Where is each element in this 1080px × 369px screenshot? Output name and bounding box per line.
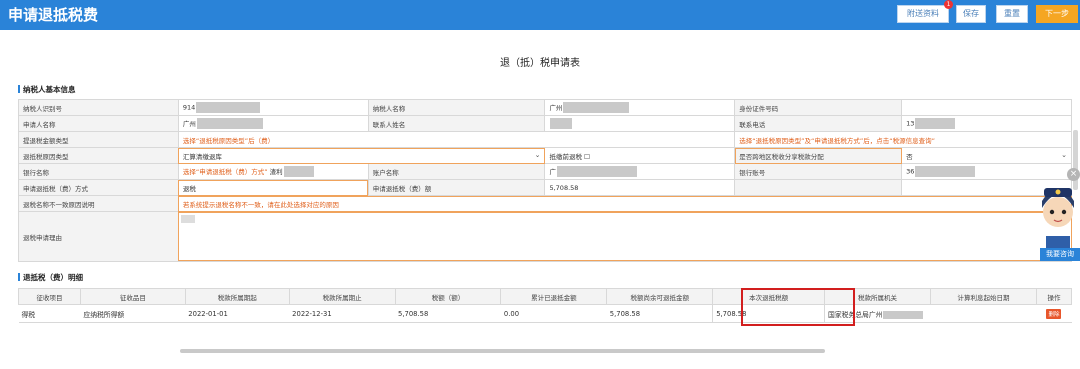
redacted-block — [550, 118, 573, 129]
attach-button[interactable]: 附送资料 — [897, 5, 949, 23]
phone-label: 联系电话 — [734, 115, 903, 132]
cell-item: 得税 — [18, 304, 81, 323]
refund-method-label: 申请退抵税（费）方式 — [18, 179, 179, 196]
offset-tax-field[interactable]: 抵缴前退税 ☐ — [544, 147, 736, 164]
tax-type-hint: 选择“退抵税原因类型”后（费） — [177, 131, 736, 148]
refund-reason-label: 退税申请理由 — [18, 211, 179, 262]
cell-amount: 5,708.58 — [395, 304, 501, 323]
refund-reason-textarea[interactable] — [178, 212, 1072, 261]
redacted-block — [181, 215, 195, 223]
cell-sub-item: 应纳税所得额 — [80, 304, 186, 323]
redacted-block — [915, 166, 976, 177]
redacted-block — [283, 166, 314, 178]
account-name-label: 账户名称 — [367, 163, 546, 180]
applicant-label: 申请人名称 — [18, 115, 179, 132]
close-icon[interactable]: × — [1067, 168, 1080, 181]
column-header: 税额（额） — [394, 288, 502, 305]
tax-type-label: 提退税金额类型 — [18, 131, 179, 148]
redacted-block — [563, 102, 630, 114]
account-name-value: 广 — [544, 163, 736, 180]
taxpayer-name-value: 广州 — [544, 99, 736, 116]
bank-value: 选择“申请退抵税（费）方式” 渣利 — [177, 163, 369, 180]
id-number-label: 身份证件号码 — [734, 99, 903, 116]
refund-amount-value: 5,708.58 — [544, 179, 736, 196]
cross-region-hint: 选择“退抵税原因类型”及“申请退抵税方式”后，点击“税源信息查询” — [734, 131, 1072, 148]
redacted-block — [196, 102, 261, 113]
id-number-value — [901, 99, 1072, 116]
applicant-value: 广州 — [177, 115, 369, 132]
column-header: 累计已退抵金额 — [500, 288, 608, 305]
attach-count-badge: 1 — [944, 0, 953, 9]
refund-reason-type-label: 退抵税原因类型 — [18, 147, 179, 164]
column-header: 计算利息起始日期 — [930, 288, 1037, 305]
redacted-block — [196, 118, 263, 130]
cell-refunded: 0.00 — [500, 304, 607, 323]
redacted-block — [915, 118, 956, 129]
taxpayer-id-label: 纳税人识别号 — [18, 99, 179, 116]
cell-start: 2022-01-01 — [185, 304, 290, 323]
page-title: 申请退抵税费 — [8, 6, 99, 24]
reset-button[interactable]: 重置 — [996, 5, 1028, 23]
contact-value — [544, 115, 736, 132]
chevron-down-icon: ⌄ — [1061, 150, 1067, 159]
refund-method-input[interactable]: 退税 — [177, 179, 369, 196]
highlight-box — [741, 288, 855, 326]
refund-amount-label: 申请退抵税（费）额 — [367, 179, 546, 196]
column-header: 征收品目 — [79, 288, 186, 305]
cell-end: 2022-12-31 — [289, 304, 396, 323]
redacted-block — [883, 310, 924, 319]
taxpayer-section-heading: 纳税人基本信息 — [18, 84, 76, 95]
refund-reason-type-select[interactable]: 汇算清缴退库 ⌄ — [177, 147, 546, 164]
name-mismatch-label: 退税名称不一致原因说明 — [18, 195, 179, 212]
form-title: 退（抵）税申请表 — [500, 58, 580, 69]
account-no-label: 银行账号 — [734, 163, 903, 180]
column-header: 税款所属期止 — [288, 288, 396, 305]
table-row: 得税 应纳税所得额 2022-01-01 2022-12-31 5,708.58… — [18, 304, 1072, 323]
column-header: 税款所属期起 — [184, 288, 290, 305]
taxpayer-name-label: 纳税人名称 — [367, 99, 546, 116]
horizontal-scrollbar[interactable] — [180, 349, 825, 353]
refund-detail-table: 征收项目 征收品目 税款所属期起 税款所属期止 税额（额） 累计已退抵金额 税额… — [18, 288, 1073, 323]
cross-region-select[interactable]: 否 ⌄ — [901, 147, 1072, 164]
detail-section-heading: 退抵税（费）明细 — [18, 272, 83, 283]
save-button[interactable]: 保存 — [956, 5, 986, 23]
column-header: 操作 — [1035, 288, 1073, 305]
phone-value: 13 — [901, 115, 1072, 132]
name-mismatch-select[interactable]: 若系统提示退税名称不一致，请在此处选择对应的原因 — [177, 195, 1073, 212]
bank-label: 银行名称 — [18, 163, 179, 180]
delete-button[interactable]: 删除 — [1046, 308, 1062, 319]
column-header: 征收项目 — [18, 288, 81, 305]
consult-button[interactable]: 我要咨询 — [1040, 248, 1080, 261]
redacted-block — [556, 166, 637, 178]
next-step-button[interactable]: 下一步 — [1036, 5, 1078, 23]
column-header: 税额尚余可退抵金额 — [606, 288, 714, 305]
cell-interest-start — [930, 304, 1037, 323]
contact-label: 联系人姓名 — [367, 115, 546, 132]
taxpayer-id-value: 914 — [177, 99, 369, 116]
cross-region-label: 是否跨地区税收分享税款分配 — [734, 147, 903, 164]
checkbox[interactable]: ☐ — [584, 153, 590, 161]
chevron-down-icon: ⌄ — [534, 150, 541, 159]
cell-remaining: 5,708.58 — [606, 304, 713, 323]
